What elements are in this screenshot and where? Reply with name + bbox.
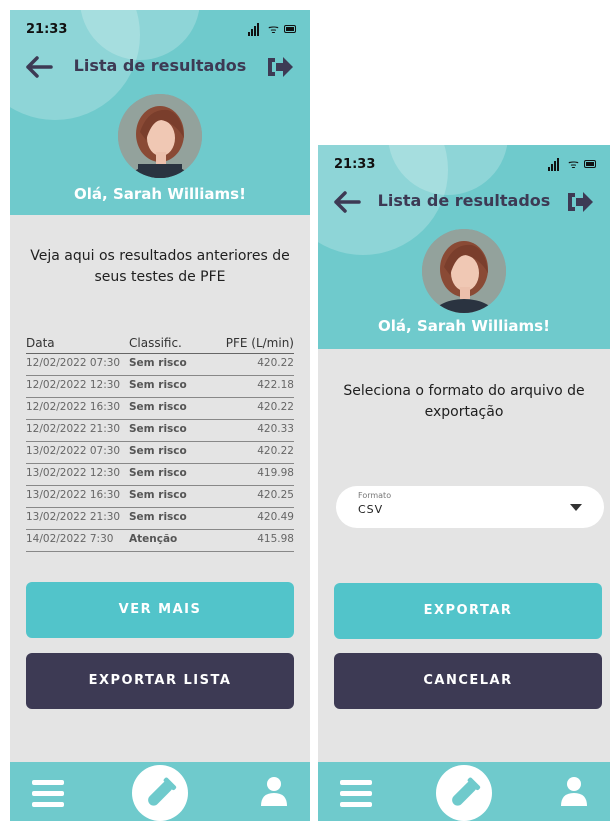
status-time: 21:33 [26,22,68,37]
logout-icon[interactable] [566,189,594,215]
column-header-pfe: PFE (L/min) [225,336,294,350]
format-label: Formato [358,491,392,500]
page-title: Lista de resultados [73,56,247,75]
row-date: 12/02/2022 12:30 [26,379,121,391]
header: 21:33 ᯤ Lista de resultados Olá, Sarah W… [10,10,310,215]
row-pfe: 420.25 [257,489,294,501]
signal-icon [548,167,550,171]
row-pfe: 420.22 [257,445,294,457]
row-pfe: 420.22 [257,401,294,413]
row-date: 14/02/2022 7:30 [26,533,114,545]
row-date: 13/02/2022 16:30 [26,489,121,501]
export-prompt: Seleciona o formato do arquivo de export… [343,383,585,420]
profile-photo [118,94,202,178]
row-pfe: 419.98 [257,467,294,479]
bottom-nav [318,762,610,821]
table-row: 13/02/2022 21:30 Sem risco 420.49 [26,508,294,530]
wifi-icon: ᯤ [568,157,579,171]
row-class: Sem risco [129,423,187,435]
row-class: Sem risco [129,489,187,501]
status-time: 21:33 [334,157,376,172]
table-row: 12/02/2022 12:30 Sem risco 422.18 [26,376,294,398]
menu-icon[interactable] [32,780,64,807]
row-date: 13/02/2022 21:30 [26,511,121,523]
test-tube-icon [452,777,481,806]
signal-icon [248,32,250,36]
row-date: 13/02/2022 12:30 [26,467,121,479]
bottom-nav [10,762,310,821]
row-pfe: 420.49 [257,511,294,523]
row-class: Sem risco [129,467,187,479]
export-button[interactable]: EXPORTAR [334,583,602,639]
format-select[interactable]: Formato CSV [336,486,604,528]
menu-icon[interactable] [340,780,372,807]
header: 21:33 ᯤ Lista de resultados Olá, Sarah W… [318,145,610,349]
cancel-button[interactable]: CANCELAR [334,653,602,709]
column-header-date: Data [26,336,55,350]
user-icon[interactable] [560,776,588,806]
status-bar: 21:33 ᯤ [318,145,610,179]
user-icon[interactable] [260,776,288,806]
top-bar: Lista de resultados [318,187,610,219]
row-class: Sem risco [129,379,187,391]
new-test-button[interactable] [436,765,492,821]
table-row: 13/02/2022 12:30 Sem risco 419.98 [26,464,294,486]
table-row: 13/02/2022 16:30 Sem risco 420.25 [26,486,294,508]
avatar [422,229,506,313]
format-value: CSV [358,503,384,516]
status-icons: ᯤ [248,22,296,36]
row-pfe: 415.98 [257,533,294,545]
row-class: Atenção [129,533,178,545]
status-bar: 21:33 ᯤ [10,10,310,44]
results-screen: 21:33 ᯤ Lista de resultados Olá, Sarah W… [10,10,310,821]
table-row: 12/02/2022 21:30 Sem risco 420.33 [26,420,294,442]
test-tube-icon [148,777,177,806]
row-date: 12/02/2022 07:30 [26,357,121,369]
logout-icon[interactable] [266,54,294,80]
column-header-class: Classific. [129,336,182,350]
profile-photo [422,229,506,313]
table-row: 12/02/2022 07:30 Sem risco 420.22 [26,354,294,376]
row-pfe: 420.22 [257,357,294,369]
table-row: 14/02/2022 7:30 Atenção 415.98 [26,530,294,552]
greeting: Olá, Sarah Williams! [74,185,246,203]
results-table: Data Classific. PFE (L/min) 12/02/2022 0… [26,333,294,552]
row-class: Sem risco [129,511,187,523]
table-row: 12/02/2022 16:30 Sem risco 420.22 [26,398,294,420]
row-pfe: 420.33 [257,423,294,435]
see-more-button[interactable]: VER MAIS [26,582,294,638]
battery-icon [584,160,596,168]
avatar [118,94,202,178]
row-date: 12/02/2022 16:30 [26,401,121,413]
status-icons: ᯤ [548,157,596,171]
row-class: Sem risco [129,445,187,457]
export-list-button[interactable]: EXPORTAR LISTA [26,653,294,709]
top-bar: Lista de resultados [10,52,310,84]
wifi-icon: ᯤ [268,22,279,36]
new-test-button[interactable] [132,765,188,821]
battery-icon [284,25,296,33]
chevron-down-icon[interactable] [570,504,582,511]
export-screen: 21:33 ᯤ Lista de resultados Olá, Sarah W… [318,145,610,821]
row-date: 13/02/2022 07:30 [26,445,121,457]
results-intro: Veja aqui os resultados anteriores de se… [30,248,290,285]
greeting: Olá, Sarah Williams! [378,317,550,335]
row-class: Sem risco [129,401,187,413]
table-row: 13/02/2022 07:30 Sem risco 420.22 [26,442,294,464]
row-class: Sem risco [129,357,187,369]
row-pfe: 422.18 [257,379,294,391]
table-header: Data Classific. PFE (L/min) [26,333,294,354]
row-date: 12/02/2022 21:30 [26,423,121,435]
